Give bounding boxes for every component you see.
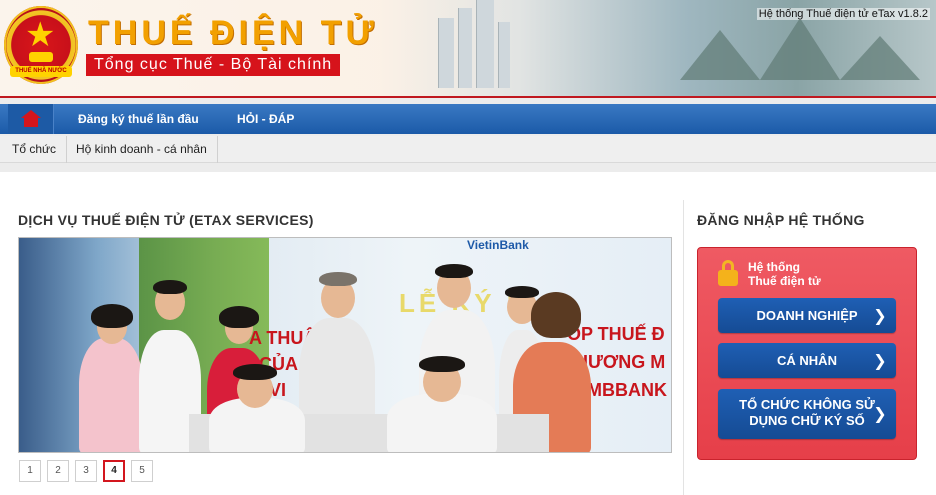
login-panel: Hệ thống Thuế điện tử DOANH NGHIỆP ❯ CÁ … [697,247,917,460]
news-slideshow[interactable]: VietinBank LỄ KÝ K A THUẬ ỐP THUẾ Đ CỦA … [18,237,672,453]
chevron-right-icon: ❯ [873,305,887,325]
bank-logo: VietinBank [467,238,529,252]
pager-page-4[interactable]: 4 [103,460,125,482]
subnav-item-household[interactable]: Hộ kinh doanh - cá nhân [66,136,218,163]
pager-page-5[interactable]: 5 [131,460,153,482]
slide-red-text: ỐP THUẾ Đ [567,324,665,344]
brand-subtitle: Tổng cục Thuế - Bộ Tài chính [86,54,341,76]
pager-page-2[interactable]: 2 [47,460,69,482]
gear-icon [29,52,53,62]
chevron-right-icon: ❯ [873,350,887,370]
slide-red-text: MBBANK [587,380,667,400]
brand-title: THUẾ ĐIỆN TỬ [88,14,378,52]
sub-nav: Tổ chức Hộ kinh doanh - cá nhân [0,136,936,163]
main-nav: Đăng ký thuế lần đầu HỎI - ĐÁP [0,104,936,134]
pager-page-3[interactable]: 3 [75,460,97,482]
login-no-digital-signature-button[interactable]: TỔ CHỨC KHÔNG SỬ DỤNG CHỮ KÝ SỐ ❯ [718,389,896,439]
chevron-right-icon: ❯ [873,404,887,423]
column-divider [683,200,684,495]
login-individual-button[interactable]: CÁ NHÂN ❯ [718,343,896,378]
version-label: Hệ thống Thuế điện tử eTax v1.8.2 [756,8,930,20]
login-enterprise-button[interactable]: DOANH NGHIỆP ❯ [718,298,896,333]
header-divider [0,96,936,98]
subnav-item-organization[interactable]: Tổ chức [2,136,68,163]
emblem-banner: THUẾ NHÀ NƯỚC [10,66,72,77]
nav-item-register[interactable]: Đăng ký thuế lần đầu [78,104,199,134]
star-icon: ★ [25,15,56,55]
pager-page-1[interactable]: 1 [19,460,41,482]
tax-emblem-logo[interactable]: ★ THUẾ NHÀ NƯỚC [4,6,78,84]
nav-item-faq[interactable]: HỎI - ĐÁP [237,104,294,134]
login-panel-title: Hệ thống Thuế điện tử [748,260,821,288]
login-section-title: ĐĂNG NHẬP HỆ THỐNG [697,212,865,228]
services-title: DỊCH VỤ THUẾ ĐIỆN TỬ (ETAX SERVICES) [18,212,314,228]
site-header: ★ THUẾ NHÀ NƯỚC THUẾ ĐIỆN TỬ Tổng cục Th… [0,0,936,98]
lock-icon [718,260,738,286]
home-button[interactable] [8,104,54,134]
